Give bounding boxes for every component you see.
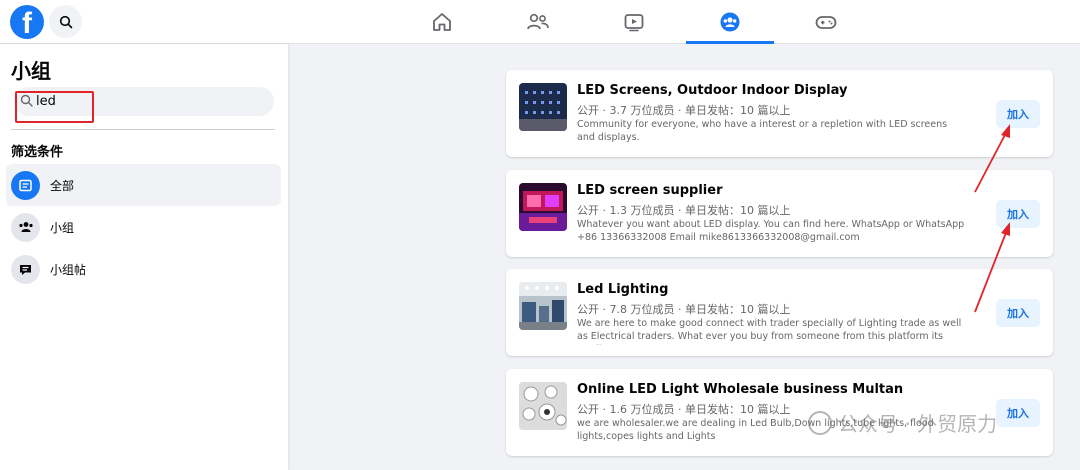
watch-icon: [624, 14, 644, 32]
group-thumbnail[interactable]: [519, 382, 567, 430]
nav-gaming[interactable]: [782, 0, 870, 44]
nav-watch[interactable]: [590, 0, 678, 44]
group-title[interactable]: LED screen supplier: [577, 183, 723, 198]
filter-heading: 筛选条件: [11, 145, 64, 160]
nav-friends[interactable]: [494, 0, 582, 44]
group-meta: 公开 · 3.7 万位成员 · 单日发帖：10 篇以上: [577, 104, 791, 117]
divider: [11, 129, 275, 130]
search-icon: [20, 94, 33, 107]
search-button[interactable]: [49, 5, 82, 38]
groups-icon: [720, 12, 740, 32]
left-sidebar: 小组 筛选条件 全部 小组 小组帖: [0, 44, 288, 470]
group-meta: 公开 · 1.6 万位成员 · 单日发帖：10 篇以上: [577, 403, 791, 416]
join-button[interactable]: 加入: [996, 200, 1040, 228]
group-title[interactable]: Online LED Light Wholesale business Mult…: [577, 382, 903, 397]
wechat-logo-icon: [808, 410, 832, 435]
group-title[interactable]: Led Lighting: [577, 282, 668, 297]
groups-icon: [18, 222, 33, 232]
group-meta: 公开 · 7.8 万位成员 · 单日发帖：10 篇以上: [577, 303, 791, 316]
watermark: 公众号 · 外贸原力: [808, 408, 997, 437]
sidebar-item-groups[interactable]: 小组: [6, 206, 281, 248]
nav-home[interactable]: [398, 0, 486, 44]
page-title: 小组: [11, 59, 51, 83]
sidebar-item-label: 全部: [50, 178, 75, 193]
sidebar-item-all[interactable]: 全部: [6, 164, 281, 206]
facebook-logo[interactable]: f: [10, 5, 44, 39]
group-meta: 公开 · 1.3 万位成员 · 单日发帖：10 篇以上: [577, 204, 791, 217]
group-description: Community for everyone, who have a inter…: [577, 119, 948, 143]
gaming-icon: [815, 16, 837, 29]
search-input[interactable]: [36, 91, 256, 111]
friends-icon: [527, 13, 549, 30]
join-button[interactable]: 加入: [996, 100, 1040, 128]
search-icon: [59, 15, 72, 28]
join-button[interactable]: 加入: [996, 399, 1040, 427]
group-description: Whatever you want about LED display. You…: [577, 219, 965, 243]
group-title[interactable]: LED Screens, Outdoor Indoor Display: [577, 83, 847, 98]
nav-groups[interactable]: [686, 0, 774, 44]
sidebar-item-label: 小组帖: [50, 262, 87, 277]
group-thumbnail[interactable]: [519, 183, 567, 231]
sidebar-item-group-posts[interactable]: 小组帖: [6, 248, 281, 290]
logo-letter: f: [22, 7, 32, 39]
group-description: We are here to make good connect with tr…: [577, 318, 962, 345]
join-button[interactable]: 加入: [996, 299, 1040, 327]
group-result-card[interactable]: LED screen supplier 公开 · 1.3 万位成员 · 单日发帖…: [506, 170, 1053, 257]
home-icon: [433, 13, 451, 31]
watermark-text: 公众号 · 外贸原力: [838, 412, 998, 436]
group-thumbnail[interactable]: [519, 282, 567, 330]
group-search-box[interactable]: [14, 87, 274, 116]
top-navigation-bar: f: [0, 0, 1080, 44]
sidebar-item-label: 小组: [50, 220, 75, 235]
group-result-card[interactable]: LED Screens, Outdoor Indoor Display 公开 ·…: [506, 70, 1053, 157]
group-posts-icon: [20, 264, 31, 275]
all-icon: [19, 179, 32, 191]
group-thumbnail[interactable]: [519, 83, 567, 131]
group-result-card[interactable]: Led Lighting 公开 · 7.8 万位成员 · 单日发帖：10 篇以上…: [506, 269, 1053, 356]
